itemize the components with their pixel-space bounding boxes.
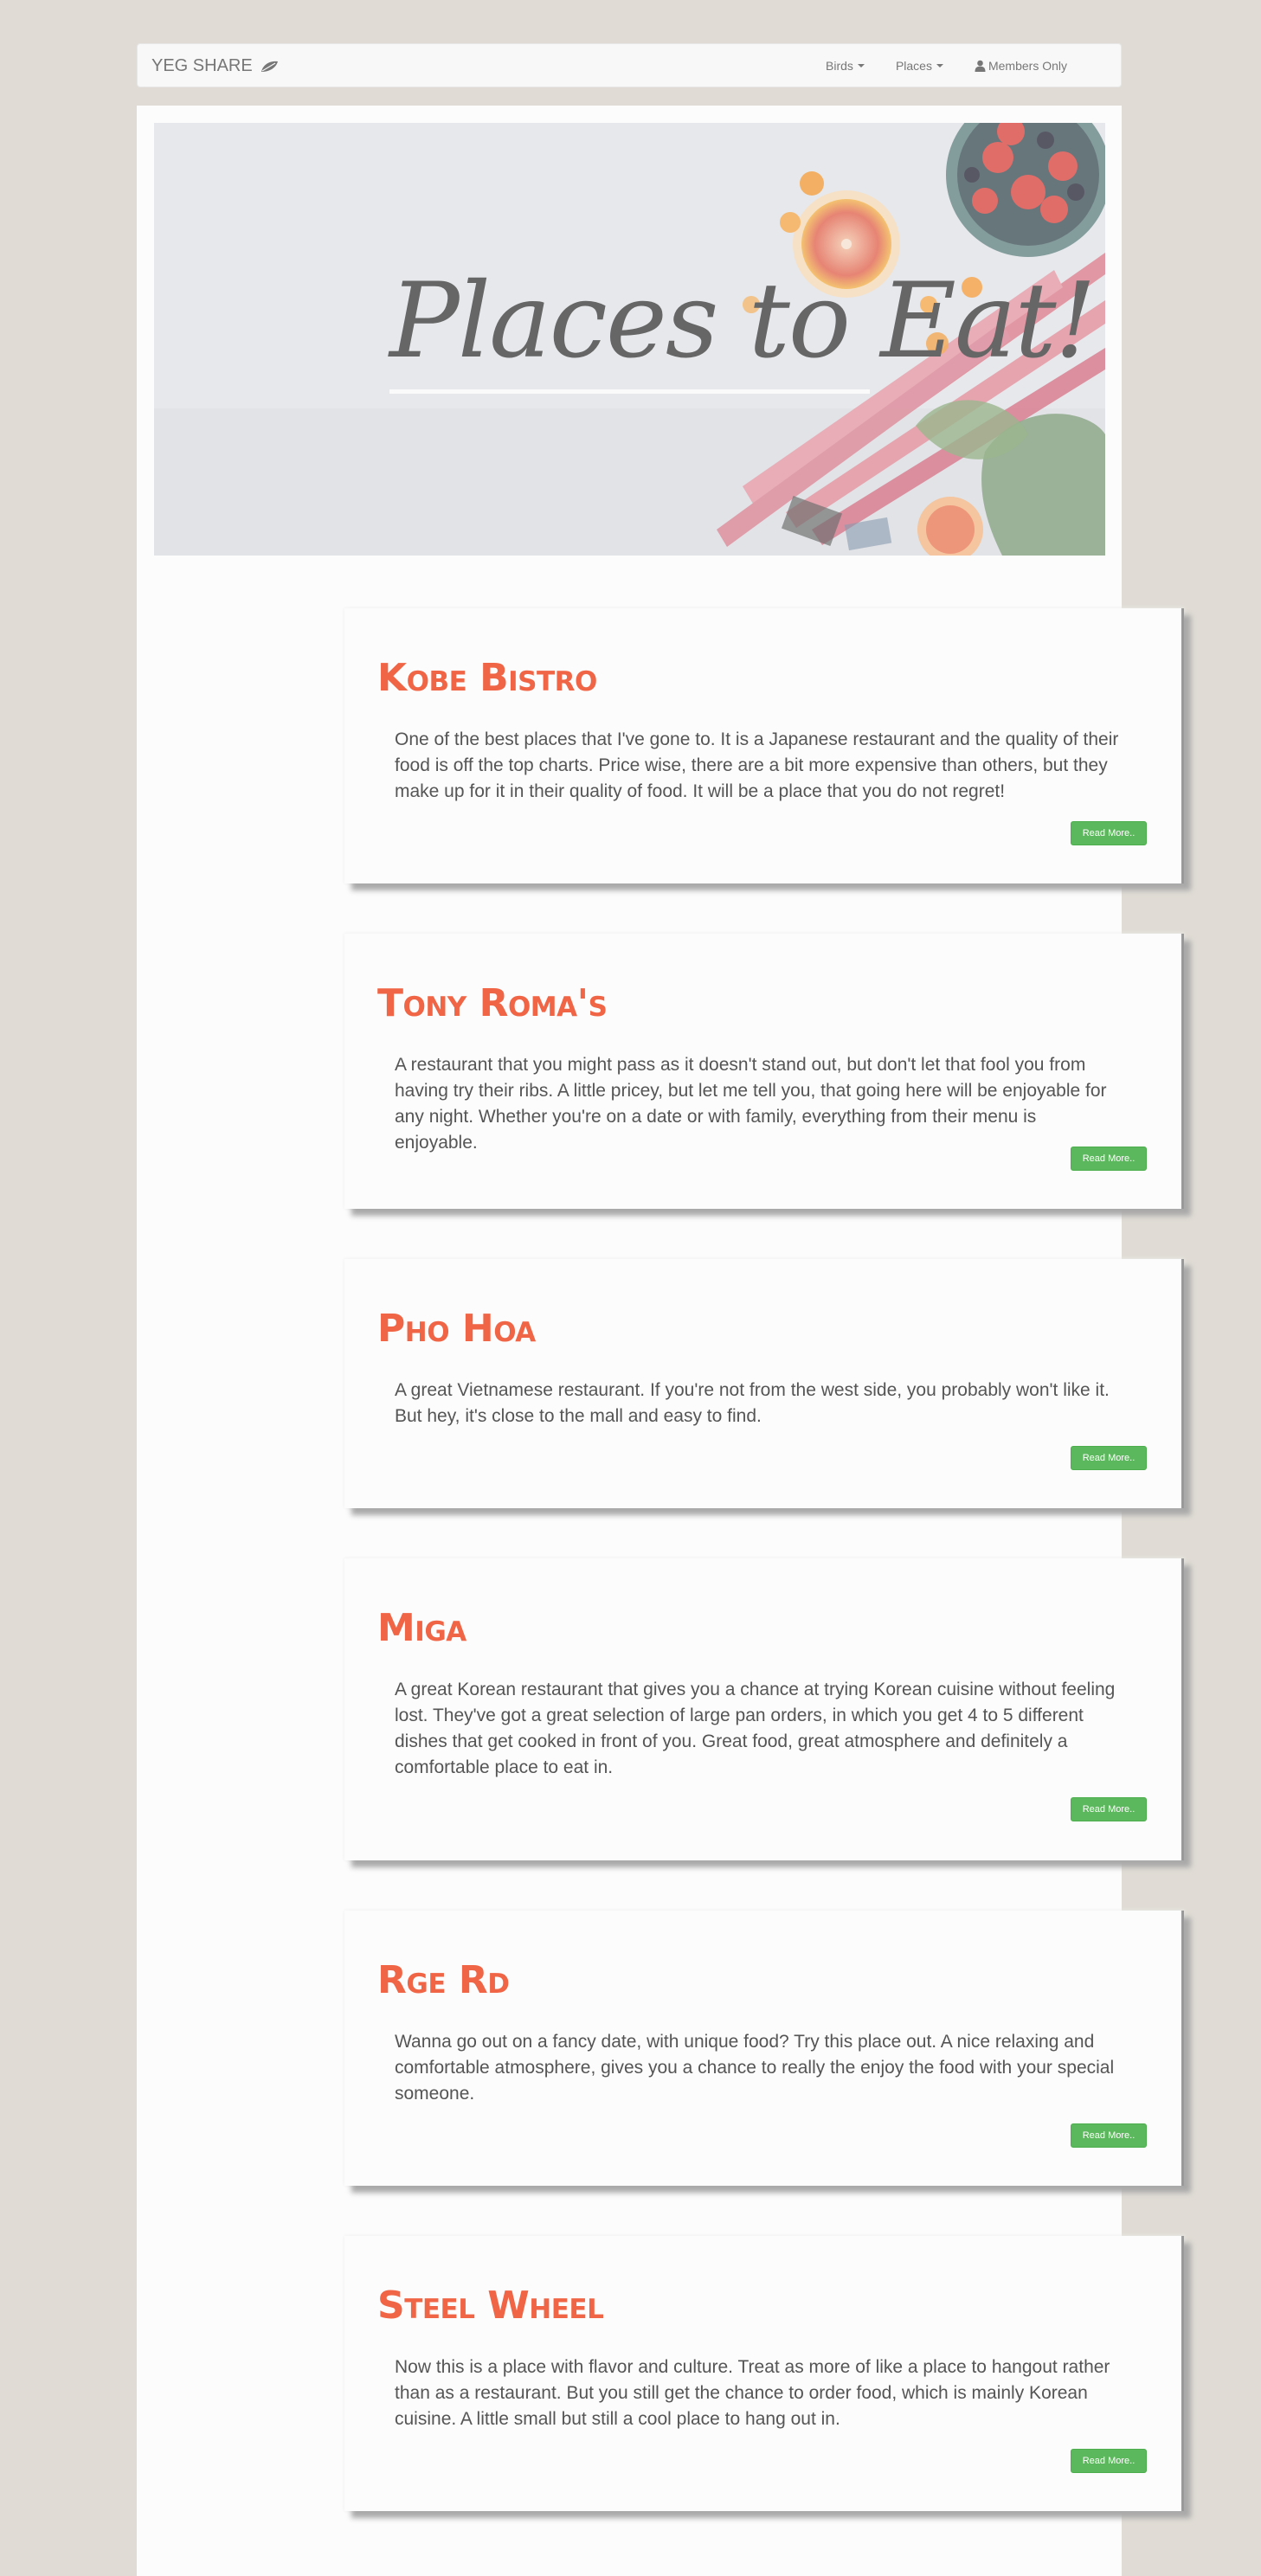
title-underline (389, 389, 870, 394)
nav-places-label: Places (895, 58, 932, 73)
page-title: Places to Eat! (389, 261, 1097, 382)
brand-name: YEG SHARE (151, 56, 253, 75)
place-title: Pho Hoa (377, 1307, 536, 1351)
nav-birds-label: Birds (826, 58, 853, 73)
place-card: Steel Wheel Now this is a place with fla… (344, 2236, 1184, 2511)
nav-links: Birds Places Members Only (810, 44, 1083, 87)
nav-birds-dropdown[interactable]: Birds (810, 59, 880, 73)
read-more-button[interactable]: Read More.. (1071, 1147, 1147, 1171)
place-title: Tony Roma's (377, 981, 608, 1025)
place-title: Kobe Bistro (377, 656, 597, 700)
caret-down-icon (936, 63, 943, 67)
read-more-button[interactable]: Read More.. (1071, 821, 1147, 845)
place-description: A restaurant that you might pass as it d… (395, 1055, 1107, 1153)
place-title: Miga (377, 1606, 466, 1650)
place-description: Now this is a place with flavor and cult… (395, 2357, 1110, 2429)
place-card: Pho Hoa A great Vietnamese restaurant. I… (344, 1259, 1184, 1508)
place-description: A great Vietnamese restaurant. If you're… (395, 1380, 1110, 1426)
main-container: Places to Eat! Kobe Bistro One of the be… (137, 106, 1184, 2576)
nav-members-only-link[interactable]: Members Only (959, 59, 1083, 73)
read-more-button[interactable]: Read More.. (1071, 1797, 1147, 1821)
leaf-icon (261, 61, 278, 72)
caret-down-icon (857, 63, 865, 67)
place-description: A great Korean restaurant that gives you… (395, 1680, 1116, 1777)
brand-link[interactable]: YEG SHARE (151, 56, 279, 76)
place-description: Wanna go out on a fancy date, with uniqu… (395, 2032, 1115, 2104)
place-description: One of the best places that I've gone to… (395, 729, 1119, 801)
hero-banner: Places to Eat! (154, 123, 1105, 556)
nav-members-only-label: Members Only (988, 58, 1067, 73)
place-card: Rge Rd Wanna go out on a fancy date, wit… (344, 1911, 1184, 2186)
place-card: Tony Roma's A restaurant that you might … (344, 934, 1184, 1209)
read-more-button[interactable]: Read More.. (1071, 1446, 1147, 1470)
place-card: Miga A great Korean restaurant that give… (344, 1558, 1184, 1860)
place-title: Rge Rd (377, 1958, 510, 2002)
place-card: Kobe Bistro One of the best places that … (344, 608, 1184, 883)
navbar: YEG SHARE Birds Places Members Only (137, 43, 1122, 87)
place-title: Steel Wheel (377, 2284, 604, 2328)
read-more-button[interactable]: Read More.. (1071, 2123, 1147, 2148)
read-more-button[interactable]: Read More.. (1071, 2449, 1147, 2473)
nav-places-dropdown[interactable]: Places (880, 59, 959, 73)
user-icon (975, 60, 986, 72)
